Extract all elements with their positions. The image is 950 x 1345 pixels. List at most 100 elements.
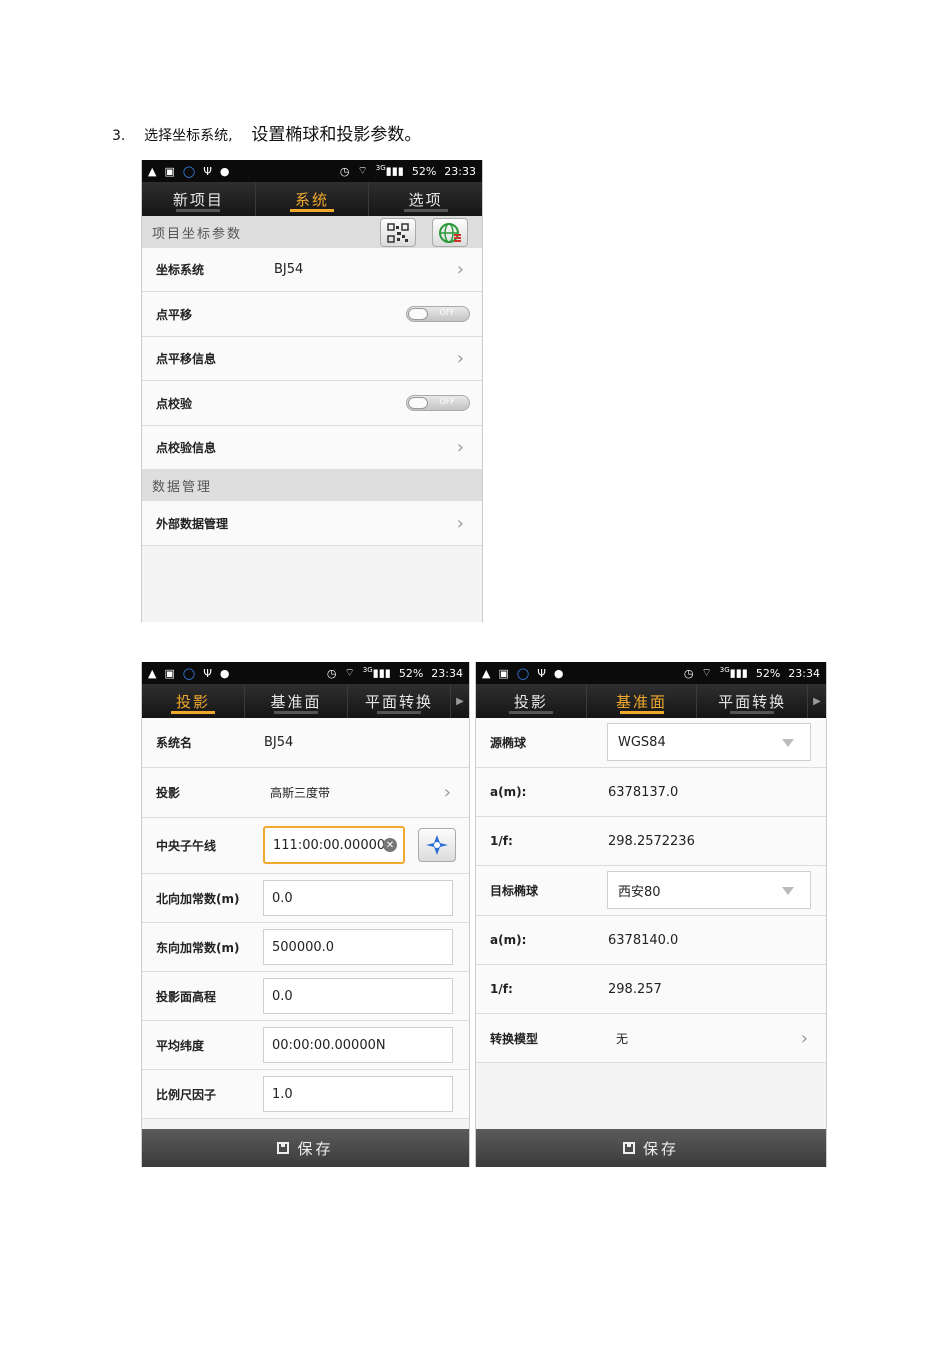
step-heading: 3. 选择坐标系统, 设置椭球和投影参数。 [112,120,421,145]
row-east-constant: 东向加常数(m) 500000.0 [142,923,469,972]
row-source-f: 1/f: 298.2572236 [476,817,826,866]
tab-projection[interactable]: 投影 [142,684,245,718]
tab-datum[interactable]: 基准面 [587,684,698,718]
row-north-constant: 北向加常数(m) 0.0 [142,874,469,923]
warning-icon: ▲ [148,666,157,680]
row-projection-height: 投影面高程 0.0 [142,972,469,1021]
row-projection[interactable]: 投影 高斯三度带 › [142,768,469,818]
battery-text: 52% [398,666,424,680]
tab-plane-transform[interactable]: 平面转换 [348,684,451,718]
row-coordinate-system[interactable]: 坐标系统 BJ54 › [142,248,482,292]
dropdown-arrow-icon [782,739,794,747]
empty-area [142,546,482,622]
tab-datum[interactable]: 基准面 [245,684,348,718]
chevron-right-icon: › [456,259,464,280]
tab-bar: 新项目 系统 选项 [142,182,482,216]
tab-scroll-arrow-icon[interactable]: ▶ [808,684,826,718]
row-source-a: a(m): 6378137.0 [476,768,826,817]
globe-icon [439,222,461,243]
dropdown-arrow-icon [782,887,794,895]
status-bar: ▲ ▣ ◯ Ψ ● ◷ ⌔ 3G▮▮▮ 52% 23:33 [142,160,482,182]
row-target-f: 1/f: 298.257 [476,965,826,1014]
row-scale-factor: 比例尺因子 1.0 [142,1070,469,1119]
screen-coordinate-system: ▲ ▣ ◯ Ψ ● ◷ ⌔ 3G▮▮▮ 52% 23:33 新项目 系统 选项 … [141,160,483,622]
usb-icon: Ψ [203,164,212,178]
east-constant-input[interactable]: 500000.0 [263,929,453,965]
wifi-icon: ⌔ [701,666,712,679]
save-button[interactable]: 保存 [142,1129,469,1167]
globe-button[interactable] [432,218,468,247]
central-meridian-input[interactable]: 111:00:00.00000 ✕ [263,826,405,864]
warning-icon: ▲ [148,164,157,178]
projection-value: 高斯三度带 [270,786,331,800]
android-icon: ● [219,666,230,680]
screen-projection: ▲ ▣ ◯ Ψ ● ◷ ⌔ 3G▮▮▮ 52% 23:34 投影 基准面 平面转… [141,662,470,1167]
row-transform-model[interactable]: 转换模型 无 › [476,1014,826,1063]
section-data-management: 数据管理 [142,470,482,501]
row-target-a: a(m): 6378140.0 [476,916,826,965]
compass-icon [426,835,448,855]
chevron-right-icon: › [800,1027,808,1049]
clock: 23:33 [444,164,476,178]
row-point-check-info[interactable]: 点校验信息 › [142,426,482,470]
row-central-meridian: 中央子午线 111:00:00.00000 ✕ [142,818,469,874]
usb-icon: Ψ [203,666,212,680]
save-icon [277,1142,290,1154]
signal-icon: 3G▮▮▮ [719,666,748,680]
qq-icon: ◯ [516,666,530,680]
tab-options[interactable]: 选项 [369,182,482,216]
step-number: 3. [112,128,126,144]
image-icon: ▣ [164,164,175,178]
wifi-icon: ⌔ [357,164,368,177]
row-point-shift: 点平移 OFF [142,292,482,337]
qq-icon: ◯ [182,164,196,178]
tab-bar: 投影 基准面 平面转换 ▶ [476,684,826,718]
point-shift-toggle[interactable]: OFF [406,306,470,322]
status-bar: ▲ ▣ ◯ Ψ ● ◷ ⌔ 3G▮▮▮ 52% 23:34 [476,662,826,684]
chevron-right-icon: › [443,782,451,803]
section-project-coordinate-params: 项目坐标参数 [142,216,482,248]
tab-scroll-arrow-icon[interactable]: ▶ [451,684,469,718]
alarm-icon: ◷ [339,164,350,178]
projection-height-input[interactable]: 0.0 [263,978,453,1014]
target-ellipsoid-select[interactable]: 西安80 [607,871,811,909]
clock: 23:34 [431,666,463,680]
image-icon: ▣ [498,666,509,680]
battery-text: 52% [411,164,437,178]
qq-icon: ◯ [182,666,196,680]
tab-system[interactable]: 系统 [256,182,370,216]
chevron-right-icon: › [456,437,464,458]
save-button[interactable]: 保存 [476,1129,826,1167]
row-average-latitude: 平均纬度 00:00:00.00000N [142,1021,469,1070]
system-name-value: BJ54 [264,735,294,750]
tab-new-project[interactable]: 新项目 [142,182,256,216]
signal-icon: 3G▮▮▮ [375,164,404,178]
row-point-shift-info[interactable]: 点平移信息 › [142,337,482,381]
tab-plane-transform[interactable]: 平面转换 [697,684,809,718]
alarm-icon: ◷ [326,666,337,680]
row-external-data[interactable]: 外部数据管理 › [142,501,482,546]
point-check-toggle[interactable]: OFF [406,395,470,411]
source-ellipsoid-select[interactable]: WGS84 [607,723,811,761]
row-source-ellipsoid: 源椭球 WGS84 [476,718,826,768]
tab-bar: 投影 基准面 平面转换 ▶ [142,684,469,718]
battery-text: 52% [755,666,781,680]
coordinate-system-value: BJ54 [274,262,304,277]
step-text-a: 选择坐标系统, [144,128,233,144]
tab-projection[interactable]: 投影 [476,684,587,718]
qr-code-button[interactable] [380,218,416,247]
chevron-right-icon: › [456,512,464,534]
scale-factor-input[interactable]: 1.0 [263,1076,453,1112]
step-text-b: 设置椭球和投影参数。 [251,125,422,145]
android-icon: ● [553,666,564,680]
north-constant-input[interactable]: 0.0 [263,880,453,916]
status-bar: ▲ ▣ ◯ Ψ ● ◷ ⌔ 3G▮▮▮ 52% 23:34 [142,662,469,684]
save-icon [622,1142,635,1154]
android-icon: ● [219,164,230,178]
clear-icon[interactable]: ✕ [383,838,397,852]
average-latitude-input[interactable]: 00:00:00.00000N [263,1027,453,1063]
locate-button[interactable] [418,828,456,862]
usb-icon: Ψ [537,666,546,680]
warning-icon: ▲ [482,666,491,680]
image-icon: ▣ [164,666,175,680]
